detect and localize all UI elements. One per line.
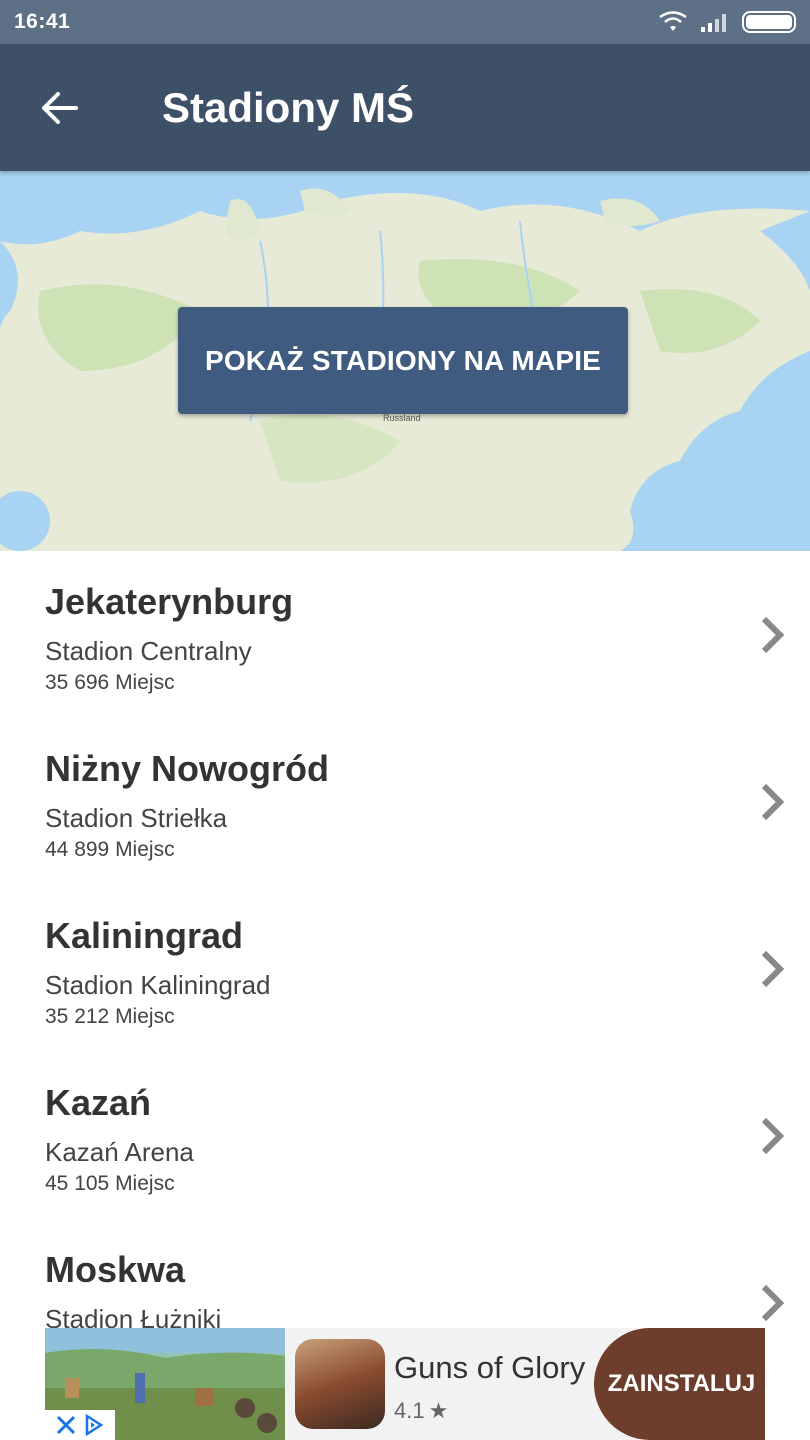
stadium-name: Stadion Kaliningrad <box>45 970 271 1000</box>
ad-game-screenshot <box>45 1328 285 1440</box>
ad-rating-value: 4.1 <box>394 1398 425 1423</box>
page-title: Stadiony MŚ <box>162 83 415 131</box>
app-bar: Stadiony MŚ <box>0 44 810 171</box>
list-item[interactable]: Niżny Nowogród Stadion Striełka 44 899 M… <box>0 718 810 885</box>
list-item[interactable]: Jekaterynburg Stadion Centralny 35 696 M… <box>0 551 810 718</box>
city-name: Jekaterynburg <box>45 581 294 622</box>
list-item[interactable]: Kaliningrad Stadion Kaliningrad 35 212 M… <box>0 885 810 1052</box>
ad-app-icon <box>295 1339 385 1429</box>
battery-icon <box>742 11 796 33</box>
ad-rating: 4.1 ★ <box>394 1398 448 1424</box>
star-icon: ★ <box>428 1398 449 1423</box>
ad-choices[interactable] <box>45 1410 115 1440</box>
install-button[interactable]: ZAINSTALUJ <box>594 1328 765 1440</box>
stadium-capacity: 44 899 Miejsc <box>45 838 175 861</box>
signal-icon <box>701 14 726 32</box>
stadium-list: Jekaterynburg Stadion Centralny 35 696 M… <box>0 551 810 1386</box>
city-name: Niżny Nowogród <box>45 748 329 789</box>
stadium-capacity: 45 105 Miejsc <box>45 1172 175 1195</box>
status-time: 16:41 <box>14 10 71 33</box>
back-button[interactable] <box>0 44 120 171</box>
stadium-name: Stadion Striełka <box>45 803 228 833</box>
city-name: Moskwa <box>45 1249 186 1290</box>
status-bar: 16:41 <box>0 0 810 44</box>
list-item[interactable]: Kazań Kazań Arena 45 105 Miejsc <box>0 1052 810 1219</box>
stadium-name: Stadion Centralny <box>45 636 252 666</box>
arrow-back-icon <box>42 91 78 124</box>
stadium-capacity: 35 696 Miejsc <box>45 671 175 694</box>
stadium-capacity: 35 212 Miejsc <box>45 1005 175 1028</box>
chevron-right-icon <box>761 783 785 821</box>
status-icons <box>658 11 796 33</box>
adchoices-icon[interactable] <box>83 1414 105 1436</box>
stadium-name: Kazań Arena <box>45 1137 194 1167</box>
close-icon[interactable] <box>55 1414 77 1436</box>
city-name: Kazań <box>45 1082 152 1123</box>
wifi-icon <box>659 11 687 31</box>
map-label-russland: Russland <box>383 413 421 423</box>
show-on-map-button[interactable]: POKAŻ STADIONY NA MAPIE <box>178 307 628 414</box>
chevron-right-icon <box>761 950 785 988</box>
chevron-right-icon <box>761 1117 785 1155</box>
city-name: Kaliningrad <box>45 915 244 956</box>
map-preview[interactable]: Russland POKAŻ STADIONY NA MAPIE <box>0 171 810 551</box>
chevron-right-icon <box>761 616 785 654</box>
ad-title: Guns of Glory <box>394 1350 586 1385</box>
ad-banner[interactable]: Guns of Glory 4.1 ★ ZAINSTALUJ <box>45 1328 765 1440</box>
chevron-right-icon <box>761 1284 785 1322</box>
